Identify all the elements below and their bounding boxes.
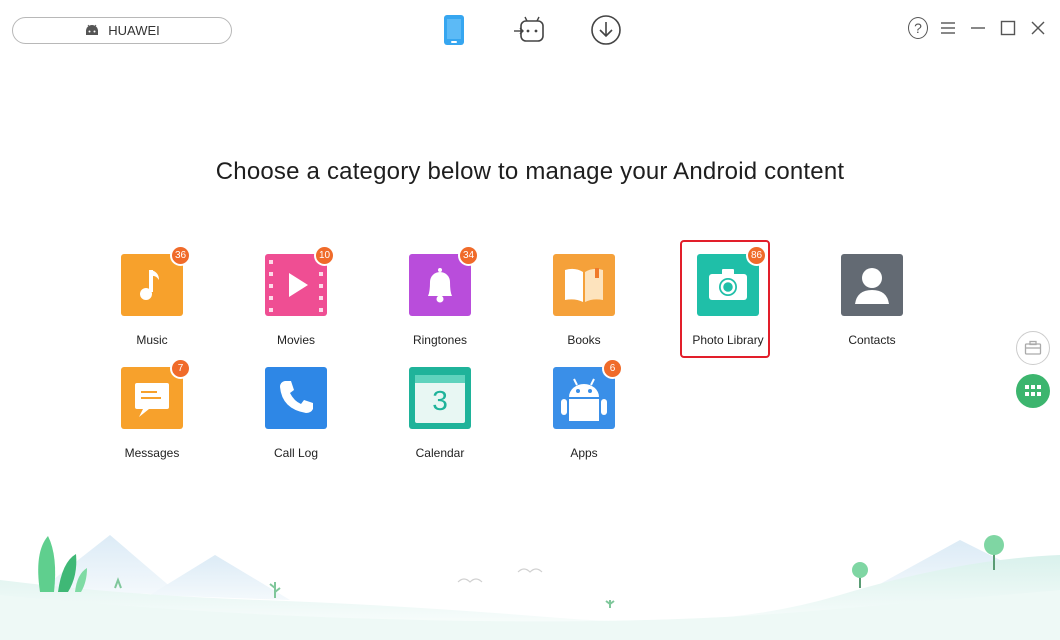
category-books[interactable]: Books bbox=[534, 254, 634, 354]
phone-call-icon bbox=[280, 381, 313, 413]
count-badge: 86 bbox=[746, 245, 768, 266]
close-icon bbox=[1031, 21, 1045, 35]
category-label: Ringtones bbox=[412, 333, 468, 347]
category-label: Contacts bbox=[848, 333, 896, 347]
category-calendar[interactable]: 3 Calendar bbox=[390, 367, 490, 467]
android-transfer-icon bbox=[514, 16, 544, 42]
count-badge: 6 bbox=[602, 358, 623, 379]
contacts-tile bbox=[841, 254, 903, 316]
category-label: Call Log bbox=[273, 446, 319, 460]
category-music[interactable]: 36 Music bbox=[102, 245, 202, 354]
count-badge: 7 bbox=[170, 358, 191, 379]
device-name: HUAWEI bbox=[108, 23, 160, 38]
category-call-log[interactable]: Call Log bbox=[246, 367, 346, 467]
book-icon bbox=[565, 268, 603, 302]
android-icon bbox=[86, 24, 99, 35]
toolbox-icon bbox=[1024, 340, 1042, 355]
phone-manager-tab[interactable] bbox=[436, 12, 472, 48]
calendar-day: 3 bbox=[432, 385, 448, 416]
calendar-tile: 3 bbox=[409, 367, 471, 429]
menu-button[interactable] bbox=[938, 18, 958, 38]
toolbox-button[interactable] bbox=[1016, 331, 1050, 365]
minimize-icon bbox=[971, 27, 985, 29]
help-button[interactable]: ? bbox=[908, 17, 928, 39]
maximize-button[interactable] bbox=[998, 18, 1018, 38]
calendar-icon: 3 bbox=[415, 375, 465, 423]
menu-icon bbox=[941, 22, 955, 34]
category-label: Photo Library bbox=[692, 333, 764, 347]
page-title: Choose a category below to manage your A… bbox=[215, 158, 845, 185]
count-badge: 36 bbox=[170, 245, 192, 266]
category-ringtones[interactable]: 34 Ringtones bbox=[390, 245, 490, 354]
category-apps[interactable]: 6 Apps bbox=[534, 358, 634, 467]
close-button[interactable] bbox=[1028, 18, 1048, 38]
download-icon bbox=[591, 15, 621, 45]
call-log-tile bbox=[265, 367, 327, 429]
person-icon bbox=[855, 268, 889, 304]
android-mover-tab[interactable] bbox=[512, 12, 548, 48]
category-label: Calendar bbox=[415, 446, 465, 460]
category-label: Music bbox=[136, 333, 168, 347]
category-movies[interactable]: 10 Movies bbox=[246, 245, 346, 354]
category-contacts[interactable]: Contacts bbox=[822, 254, 922, 354]
grid-icon bbox=[1025, 385, 1041, 396]
category-messages[interactable]: 7 Messages bbox=[102, 358, 202, 467]
count-badge: 34 bbox=[458, 245, 480, 266]
category-label: Books bbox=[567, 333, 601, 347]
category-label: Apps bbox=[570, 446, 598, 460]
books-tile bbox=[553, 254, 615, 316]
downloader-tab[interactable] bbox=[588, 12, 624, 48]
category-label: Messages bbox=[124, 446, 180, 460]
device-selector[interactable]: HUAWEI bbox=[12, 17, 232, 44]
mode-switcher bbox=[436, 12, 626, 48]
window-controls: ? bbox=[908, 17, 1048, 39]
category-photo-library[interactable]: 86 Photo Library bbox=[678, 240, 778, 358]
phone-icon bbox=[444, 15, 464, 45]
minimize-button[interactable] bbox=[968, 18, 988, 38]
maximize-icon bbox=[1000, 20, 1016, 36]
help-icon: ? bbox=[908, 17, 928, 39]
category-grid-button[interactable] bbox=[1016, 374, 1050, 408]
landscape-illustration bbox=[0, 535, 1060, 640]
category-label: Movies bbox=[276, 333, 315, 347]
count-badge: 10 bbox=[314, 245, 336, 266]
